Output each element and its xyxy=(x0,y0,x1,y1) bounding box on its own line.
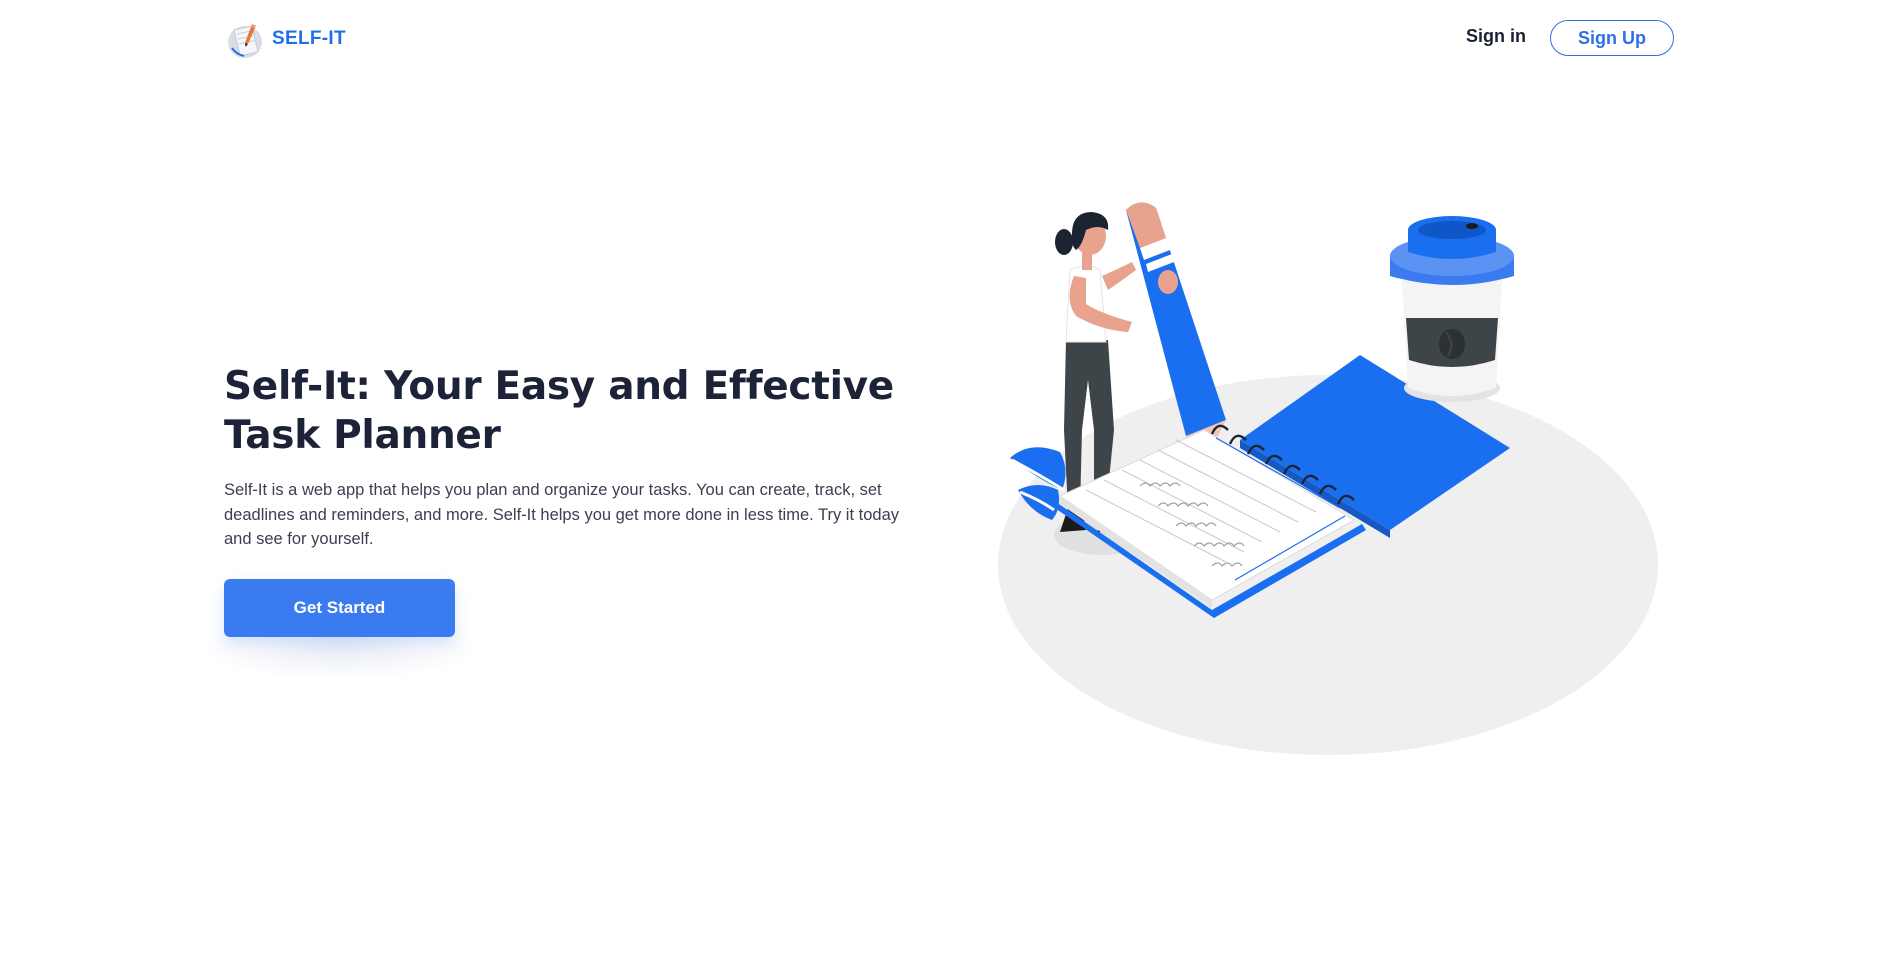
get-started-wrapper: Get Started xyxy=(204,579,475,679)
signin-link[interactable]: Sign in xyxy=(1466,26,1526,47)
woman-writing-notebook-illustration-icon xyxy=(998,202,1658,755)
notebook-pencil-logo-icon xyxy=(228,24,262,58)
hero-title: Self-It: Your Easy and Effective Task Pl… xyxy=(224,364,894,458)
coffee-cup xyxy=(1390,216,1514,402)
brand-name: SELF-IT xyxy=(272,28,346,49)
signup-button[interactable]: Sign Up xyxy=(1550,20,1674,56)
landing-page: SELF-IT Sign in Sign Up Self-It: Your Ea… xyxy=(0,0,1894,973)
top-navbar: SELF-IT Sign in Sign Up xyxy=(0,0,1894,80)
get-started-button[interactable]: Get Started xyxy=(224,579,455,637)
hero-description: Self-It is a web app that helps you plan… xyxy=(224,481,900,548)
brand-logo[interactable]: SELF-IT xyxy=(226,18,346,60)
